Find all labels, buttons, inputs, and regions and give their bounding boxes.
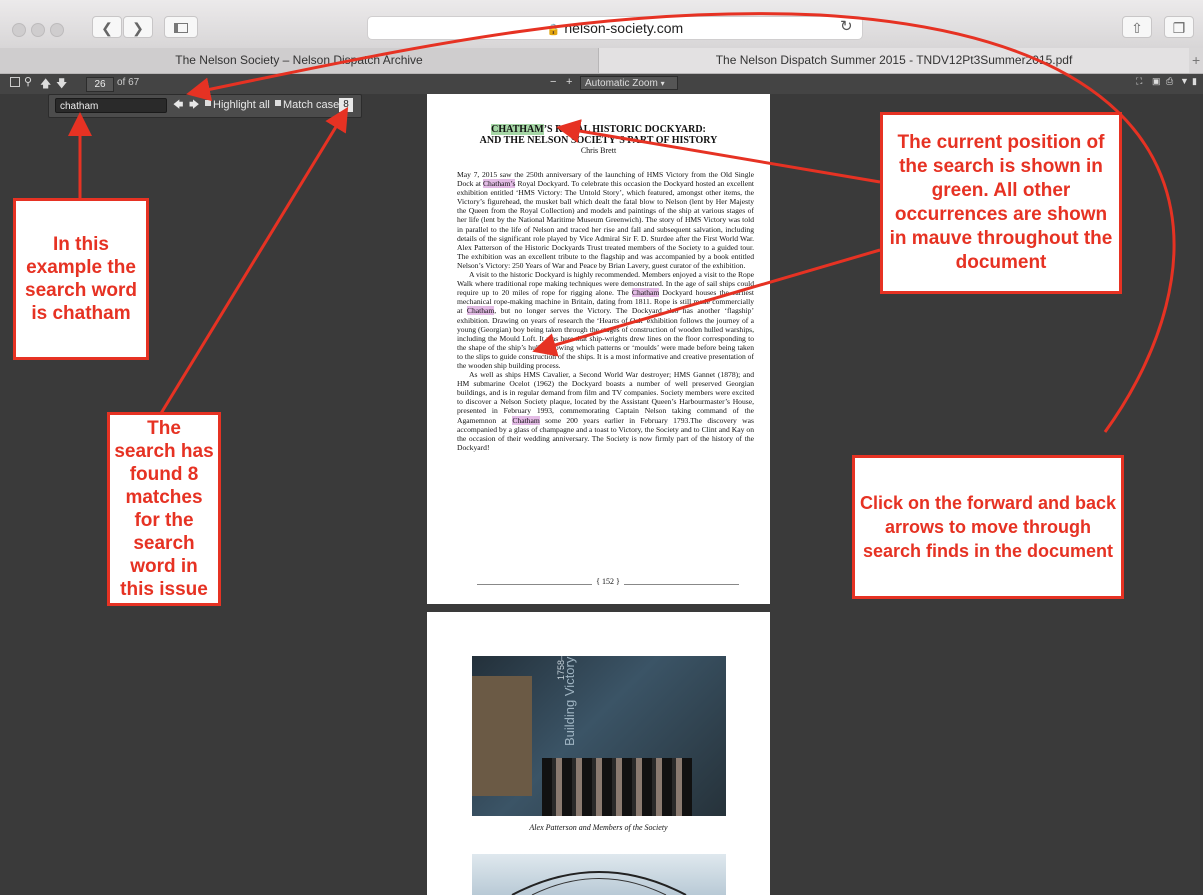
tab-bar: The Nelson Society – Nelson Dispatch Arc… bbox=[0, 48, 1203, 74]
search-match: Chatham bbox=[512, 415, 540, 425]
match-count: 8 bbox=[339, 98, 353, 112]
new-tab-icon[interactable]: + bbox=[1192, 52, 1200, 68]
highlight-all-checkbox[interactable] bbox=[205, 100, 211, 106]
arrow-to-match-count bbox=[158, 106, 349, 416]
second-photo bbox=[472, 854, 726, 895]
group-of-people bbox=[542, 758, 692, 816]
back-button[interactable]: ❮ bbox=[92, 16, 122, 38]
zoom-select[interactable]: Automatic Zoom ▾ bbox=[580, 76, 678, 90]
annotation-current-position: The current position of the search is sh… bbox=[880, 112, 1122, 294]
download-icon[interactable]: ▼ bbox=[1180, 76, 1189, 86]
sidebar-icon bbox=[174, 23, 188, 33]
search-match: Chatham bbox=[466, 306, 495, 316]
find-icon[interactable]: ⚲ bbox=[24, 75, 32, 88]
find-previous-button[interactable]: 🡄 bbox=[173, 98, 183, 115]
dropdown-icon: ▾ bbox=[660, 79, 665, 88]
toggle-sidebar-icon[interactable] bbox=[10, 77, 20, 87]
article-body: May 7, 2015 saw the 250th anniversary of… bbox=[457, 170, 754, 452]
close-window-button[interactable] bbox=[12, 23, 26, 37]
exhibition-photo: 1758–1765 Building Victory bbox=[472, 656, 726, 816]
find-next-button[interactable]: 🡆 bbox=[189, 98, 199, 115]
find-input[interactable]: chatham bbox=[55, 98, 167, 113]
zoom-out-button[interactable]: − bbox=[550, 76, 556, 88]
article-author: Chris Brett bbox=[580, 146, 617, 155]
tab-nelson-archive[interactable]: The Nelson Society – Nelson Dispatch Arc… bbox=[0, 48, 599, 73]
pdf-page: CHATHAM’S ROYAL HISTORIC DOCKYARD: AND T… bbox=[427, 94, 770, 604]
next-page-icon[interactable]: 🡇 bbox=[56, 75, 67, 94]
tab-dispatch-pdf[interactable]: The Nelson Dispatch Summer 2015 - TNDV12… bbox=[599, 48, 1189, 73]
footer-rule bbox=[477, 584, 592, 585]
share-button[interactable]: ⇧ bbox=[1122, 16, 1152, 38]
article-subtitle: AND THE NELSON SOCIETY’S PART OF HISTORY bbox=[479, 135, 718, 146]
browser-toolbar: ❮ ❯ 🔒 nelson-society.com ↻ ⇧ ❐ bbox=[0, 0, 1203, 49]
paragraph: May 7, 2015 saw the 250th anniversary of… bbox=[457, 170, 754, 270]
reload-icon[interactable]: ↻ bbox=[840, 17, 853, 35]
match-case-checkbox[interactable] bbox=[275, 100, 281, 106]
zoom-label: Automatic Zoom bbox=[585, 78, 658, 89]
title-text: ’S ROYAL HISTORIC DOCKYARD: bbox=[543, 124, 706, 135]
search-match: Chatham’s bbox=[482, 179, 516, 189]
previous-page-icon[interactable]: 🡅 bbox=[40, 75, 51, 94]
page-count: of 67 bbox=[117, 77, 140, 88]
paragraph: A visit to the historic Dockyard is high… bbox=[457, 270, 754, 370]
photo-caption: Alex Patterson and Members of the Societ… bbox=[529, 823, 668, 832]
tab-label: The Nelson Dispatch Summer 2015 - TNDV12… bbox=[715, 53, 1073, 67]
presentation-mode-icon[interactable]: ⛶ bbox=[1136, 76, 1142, 87]
lock-icon: 🔒 bbox=[546, 24, 561, 36]
current-search-match: CHATHAM bbox=[491, 124, 544, 135]
portrait-painting bbox=[472, 676, 532, 796]
find-bar: chatham 🡄 🡆 Highlight all Match case 8 bbox=[48, 94, 362, 118]
forward-button[interactable]: ❯ bbox=[123, 16, 153, 38]
chevron-left-icon: ❮ bbox=[101, 20, 113, 36]
pdf-page: 1758–1765 Building Victory Alex Patterso… bbox=[427, 612, 770, 895]
page-footer-number: { 152 } bbox=[596, 577, 620, 586]
search-match: Chatham bbox=[631, 288, 660, 298]
address-bar[interactable]: 🔒 nelson-society.com bbox=[367, 16, 863, 40]
tabs-icon: ❐ bbox=[1172, 20, 1186, 36]
zoom-in-button[interactable]: + bbox=[566, 76, 572, 88]
pdf-toolbar: ⚲ 🡅 🡇 26 of 67 − + Automatic Zoom ▾ ⛶ ▣ … bbox=[0, 74, 1203, 94]
bookmark-icon[interactable]: ▮ bbox=[1192, 76, 1197, 87]
sidebar-button[interactable] bbox=[164, 16, 198, 38]
chevron-right-icon: ❯ bbox=[132, 20, 144, 36]
zoom-window-button[interactable] bbox=[50, 23, 64, 37]
print-icon[interactable]: ⎙ bbox=[1166, 76, 1173, 87]
paragraph: As well as ships HMS Cavalier, a Second … bbox=[457, 370, 754, 452]
minimize-window-button[interactable] bbox=[31, 23, 45, 37]
article-title: CHATHAM’S ROYAL HISTORIC DOCKYARD: AND T… bbox=[427, 124, 770, 146]
tab-label: The Nelson Society – Nelson Dispatch Arc… bbox=[175, 53, 423, 67]
page-number-input[interactable]: 26 bbox=[86, 77, 114, 92]
highlight-all-label: Highlight all bbox=[213, 99, 270, 111]
share-icon: ⇧ bbox=[1131, 20, 1143, 36]
exhibition-title-text: Building Victory bbox=[562, 656, 577, 746]
tabs-overview-button[interactable]: ❐ bbox=[1164, 16, 1194, 38]
match-case-label: Match case bbox=[283, 99, 340, 111]
url-text: nelson-society.com bbox=[564, 20, 684, 36]
open-file-icon[interactable]: ▣ bbox=[1152, 76, 1161, 87]
annotation-forward-back: Click on the forward and back arrows to … bbox=[852, 455, 1124, 599]
annotation-search-word: In this example the search word is chath… bbox=[13, 198, 149, 360]
footer-rule bbox=[624, 584, 739, 585]
annotation-matches: The search has found 8 matches for the s… bbox=[107, 412, 221, 606]
